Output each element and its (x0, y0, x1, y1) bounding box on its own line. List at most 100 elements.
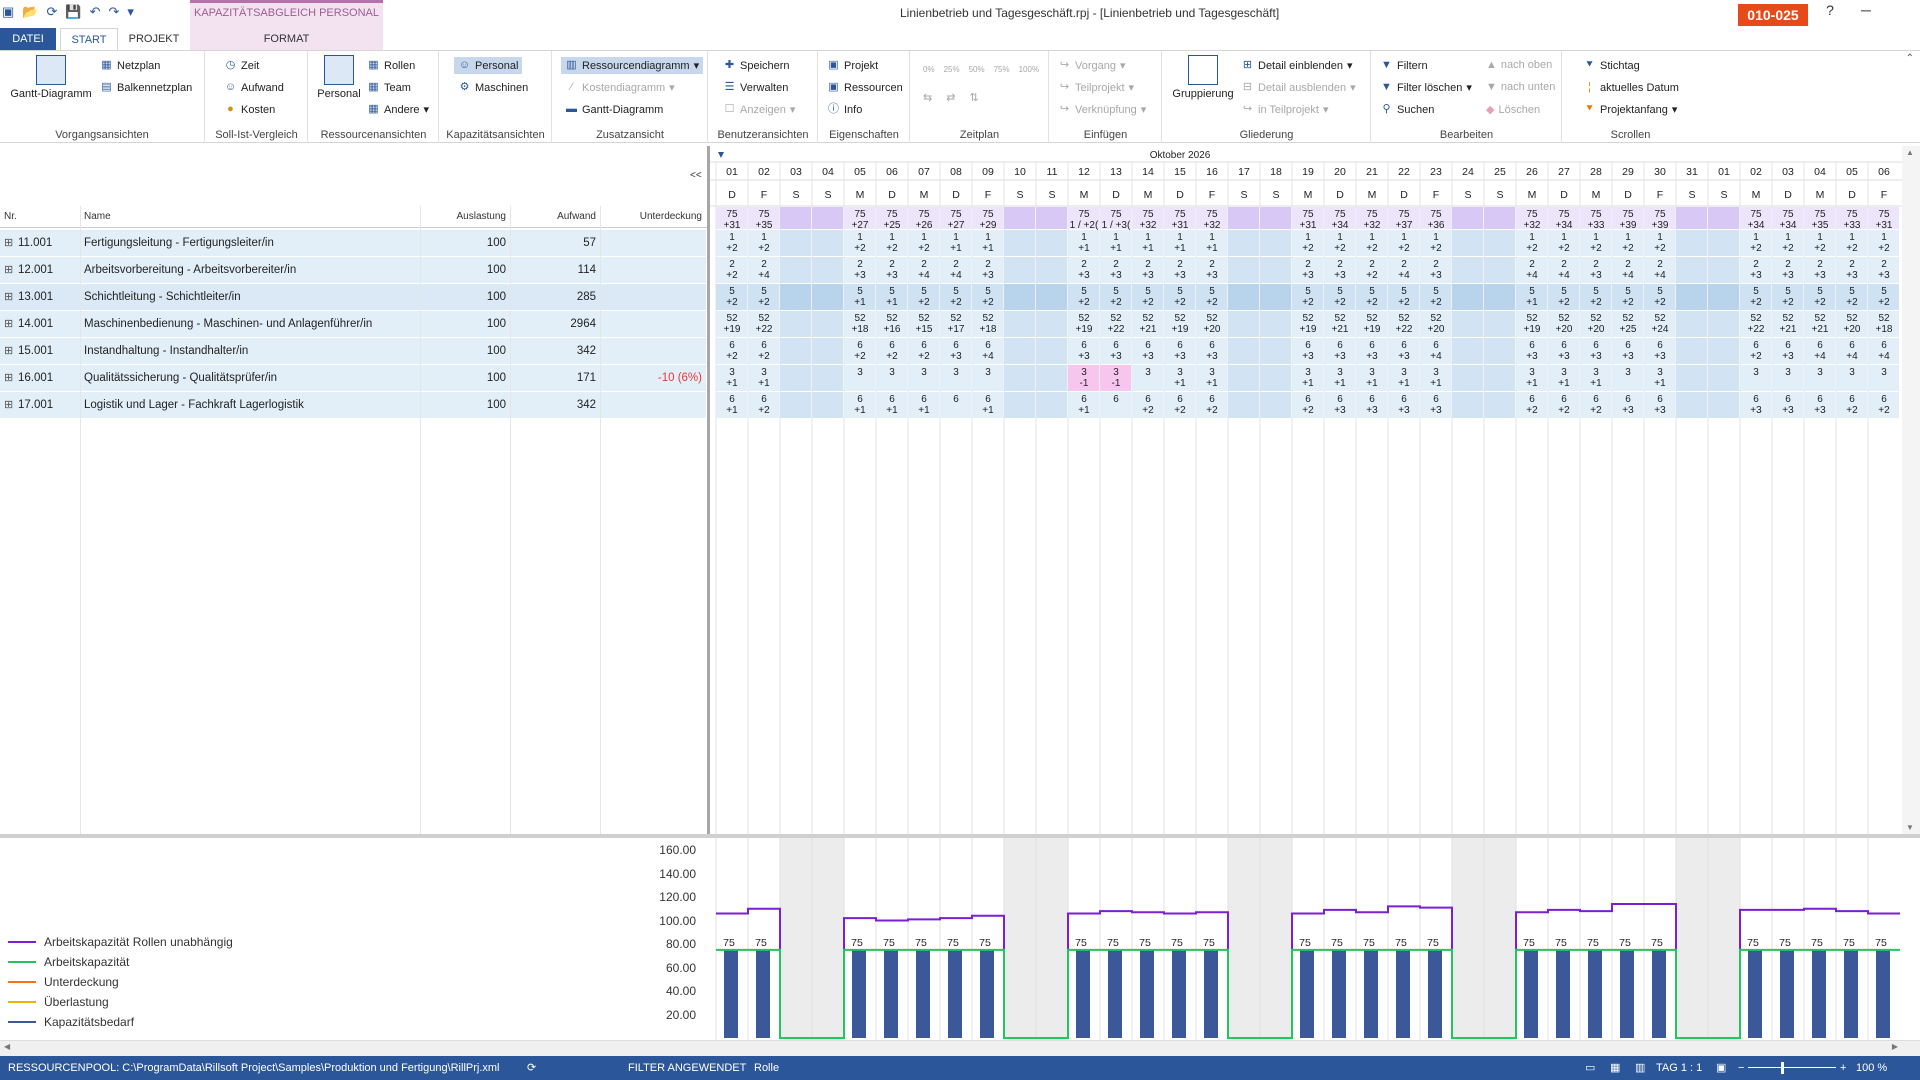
capacity-cell (1228, 311, 1259, 337)
weekday-letter: M (1816, 189, 1825, 201)
open-icon[interactable]: 📂 (22, 4, 38, 20)
zoom-slider-thumb[interactable] (1781, 1062, 1784, 1074)
day-number: 02 (1750, 166, 1762, 178)
kosten-button[interactable]: ● Kosten (224, 103, 275, 116)
expand-icon[interactable]: ⊞ (4, 338, 16, 365)
tab-start[interactable]: START (60, 28, 118, 50)
view-grid-icon[interactable]: ▦ (1610, 1056, 1620, 1080)
cell-required: 5 (1177, 286, 1183, 297)
ressourcendiagramm-button[interactable]: ▥ Ressourcendiagramm ▾ (561, 57, 704, 74)
ressourcen-properties-button[interactable]: ▣ Ressourcen (827, 81, 902, 94)
day-number: 06 (1878, 166, 1890, 178)
aktuelles-datum-button[interactable]: ¦ aktuelles Datum (1583, 81, 1679, 94)
weekend-band (780, 838, 812, 1040)
gruppierung-button[interactable]: Gruppierung (1167, 55, 1239, 100)
zoom-out-button[interactable]: − (1738, 1056, 1744, 1080)
suchen-button[interactable]: ⚲ Suchen (1380, 103, 1434, 116)
balkennetzplan-button[interactable]: ▤ Balkennetzplan (100, 81, 192, 94)
team-button[interactable]: ▦ Team (367, 81, 411, 94)
day-number: 21 (1366, 166, 1378, 178)
col-aufwand-header[interactable]: Aufwand (510, 206, 596, 228)
cell-required: 75 (1110, 209, 1122, 220)
cell-auslastung: 100 (486, 318, 506, 330)
help-icon[interactable]: ? (1810, 2, 1850, 18)
netzplan-button[interactable]: ▦ Netzplan (100, 59, 160, 72)
akt-datum-label: aktuelles Datum (1600, 81, 1679, 94)
verwalten-button[interactable]: ☰ Verwalten (723, 81, 789, 94)
speichern-button[interactable]: ✚ Speichern (723, 59, 790, 72)
expand-icon[interactable]: ⊞ (4, 284, 16, 311)
filter-loeschen-button[interactable]: ▼ Filter löschen ▾ (1380, 81, 1472, 94)
undo-icon[interactable]: ↶ (90, 4, 101, 20)
cell-surplus: +2 (1814, 243, 1826, 254)
horizontal-scrollbar[interactable]: ◀ ▶ (0, 1040, 1920, 1056)
cell-required: 75 (1078, 209, 1090, 220)
col-auslastung-header[interactable]: Auslastung (420, 206, 506, 228)
zusatz-gantt-button[interactable]: ▬ Gantt-Diagramm (565, 103, 663, 116)
customize-qat-icon[interactable]: ▾ (127, 4, 134, 20)
col-unterdeckung-header[interactable]: Unterdeckung (600, 206, 702, 228)
expand-icon[interactable]: ⊞ (4, 392, 16, 419)
vertical-scrollbar[interactable]: ▲ ▼ (1902, 146, 1920, 834)
zoom-in-button[interactable]: + (1840, 1056, 1846, 1080)
cell-required: 6 (889, 340, 895, 351)
view-chart-icon[interactable]: ▥ (1635, 1056, 1645, 1080)
filtern-button[interactable]: ▼ Filtern (1380, 59, 1428, 72)
kapazitaet-personal-button[interactable]: ☺ Personal (454, 57, 523, 74)
day-number: 04 (1814, 166, 1826, 178)
expand-icon[interactable]: ⊞ (4, 257, 16, 284)
col-name-header[interactable]: Name (84, 206, 111, 228)
cell-required: 52 (1302, 313, 1314, 324)
expand-icon[interactable]: ⊞ (4, 365, 16, 392)
cell-surplus: +27 (852, 220, 869, 231)
info-button[interactable]: ⓘ Info (827, 103, 862, 116)
calendar-icon[interactable]: ▣ (1716, 1056, 1726, 1080)
cell-surplus: +4 (918, 270, 930, 281)
detail-einblenden-button[interactable]: ⊞ Detail einblenden ▾ (1241, 59, 1353, 72)
personal-icon (324, 55, 354, 85)
sync-icon[interactable]: ⟳ (527, 1056, 536, 1080)
chevron-down-icon: ▾ (669, 82, 675, 94)
save-icon[interactable]: 💾 (65, 4, 81, 20)
tab-format[interactable]: FORMAT (190, 28, 383, 50)
tab-datei[interactable]: DATEI (0, 28, 56, 50)
cell-required: 6 (1785, 394, 1791, 405)
rollen-button[interactable]: ▦ Rollen (367, 59, 415, 72)
cell-required: 1 (761, 232, 767, 243)
minimize-button[interactable]: ─ (1846, 2, 1886, 18)
view-normal-icon[interactable]: ▭ (1585, 1056, 1595, 1080)
refresh-icon[interactable]: ⟳ (46, 4, 57, 20)
capacity-cell (812, 338, 843, 364)
stichtag-button[interactable]: ⯆ Stichtag (1583, 59, 1640, 72)
weekday-letter: M (1592, 189, 1601, 201)
cell-surplus: +15 (916, 324, 933, 335)
gantt-diagram-button[interactable]: Gantt-Diagramm (6, 55, 96, 100)
capacity-cell (1036, 257, 1067, 283)
collapse-table-button[interactable]: << (690, 170, 702, 181)
andere-button[interactable]: ▦ Andere ▾ (367, 103, 429, 116)
cell-required: 75 (1526, 209, 1538, 220)
redo-icon[interactable]: ↷ (108, 4, 119, 20)
kapazitaet-maschinen-button[interactable]: ⚙ Maschinen (458, 81, 529, 94)
scroll-down-icon[interactable]: ▼ (1906, 823, 1914, 832)
projektanfang-button[interactable]: ⯆ Projektanfang ▾ (1583, 103, 1677, 116)
cell-surplus: +31 (1172, 220, 1189, 231)
col-nr-header[interactable]: Nr. (4, 206, 17, 228)
capacity-cell (1260, 392, 1291, 418)
aufwand-button[interactable]: ☺ Aufwand (224, 81, 284, 94)
expand-icon[interactable]: ⊞ (4, 311, 16, 338)
zeit-button[interactable]: ◷ Zeit (224, 59, 260, 72)
scroll-up-icon[interactable]: ▲ (1906, 148, 1914, 157)
zoom-slider[interactable] (1748, 1067, 1836, 1068)
projekt-properties-button[interactable]: ▣ Projekt (827, 59, 878, 72)
capacity-cell (1484, 392, 1515, 418)
personal-view-button[interactable]: Personal (313, 55, 365, 100)
capacity-cell (812, 230, 843, 256)
expand-icon[interactable]: ⊞ (4, 230, 16, 257)
scroll-right-icon[interactable]: ▶ (1892, 1042, 1898, 1051)
cell-required: 52 (854, 313, 866, 324)
tab-projekt[interactable]: PROJEKT (122, 28, 186, 50)
scroll-left-icon[interactable]: ◀ (4, 1042, 10, 1051)
collapse-ribbon-icon[interactable]: ⌃ (1906, 53, 1914, 64)
cell-surplus: +1 (1558, 378, 1570, 389)
